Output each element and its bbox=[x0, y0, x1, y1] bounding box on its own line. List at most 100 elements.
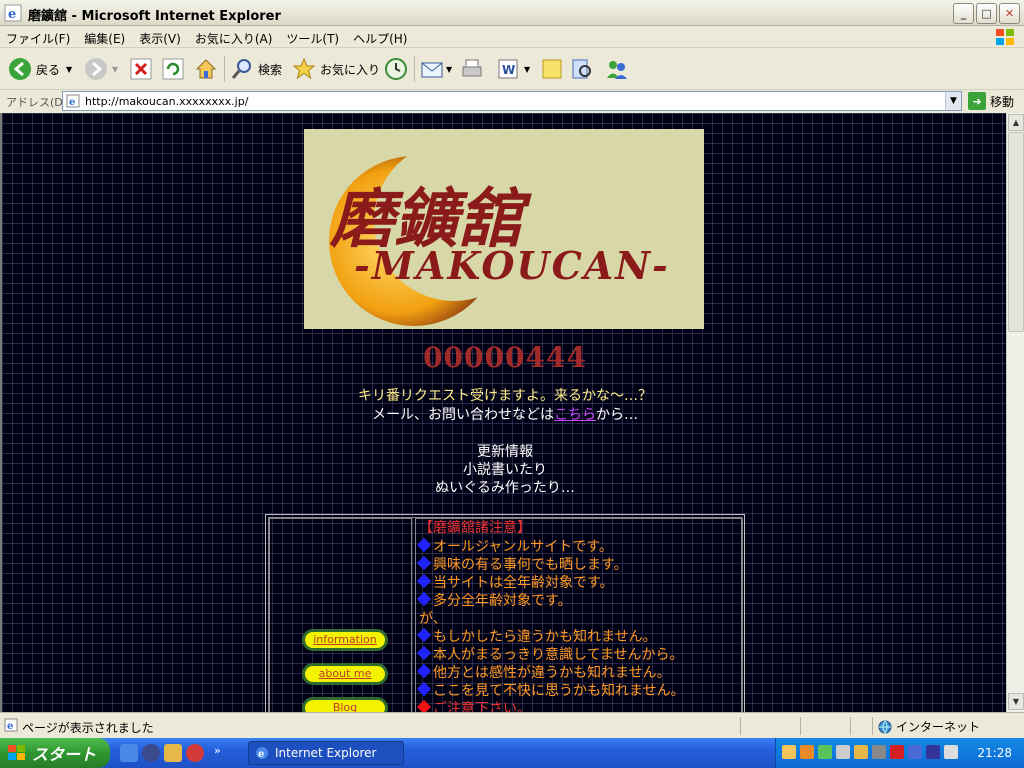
menu-bar: ファイル(F) 編集(E) 表示(V) お気に入り(A) ツール(T) ヘルプ(… bbox=[0, 26, 1024, 48]
tray-icon[interactable] bbox=[872, 745, 886, 759]
folder-quicklaunch-icon[interactable] bbox=[164, 744, 182, 762]
tray-icon[interactable] bbox=[944, 745, 958, 759]
menu-view[interactable]: 表示(V) bbox=[139, 30, 181, 47]
favorites-button[interactable]: お気に入り bbox=[292, 54, 380, 84]
page-icon: e bbox=[66, 94, 80, 108]
home-button[interactable] bbox=[194, 54, 218, 84]
taskbar: スタート » e Internet Explorer 21:28 bbox=[0, 738, 1024, 768]
research-button[interactable] bbox=[570, 54, 594, 84]
blue-diamond-icon bbox=[416, 537, 432, 553]
print-button[interactable] bbox=[460, 54, 484, 84]
page-done-icon: e bbox=[4, 718, 18, 732]
history-button[interactable] bbox=[384, 54, 408, 84]
nav-cell: information about me Blog bbox=[269, 518, 412, 712]
start-label: スタート bbox=[32, 745, 97, 764]
windows-start-icon bbox=[8, 745, 25, 760]
svg-text:e: e bbox=[258, 749, 264, 760]
tray-icon[interactable] bbox=[800, 745, 814, 759]
svg-text:e: e bbox=[8, 7, 16, 22]
notice-item: もしかしたら違うかも知れません。 bbox=[416, 627, 657, 646]
notice-item: 他方とは感性が違うかも知れません。 bbox=[416, 663, 671, 682]
nav-about-button[interactable]: about me bbox=[302, 663, 388, 685]
refresh-button[interactable] bbox=[162, 54, 184, 84]
menu-tools[interactable]: ツール(T) bbox=[286, 30, 339, 47]
notice-item: ここを見て不快に思うかも知れません。 bbox=[416, 681, 685, 700]
print-icon bbox=[462, 59, 482, 77]
home-icon bbox=[195, 59, 217, 79]
back-button[interactable]: 戻る ▼ bbox=[8, 54, 72, 84]
edit-dropdown-icon[interactable]: ▼ bbox=[524, 65, 530, 74]
star-icon bbox=[292, 57, 316, 80]
page-content: 磨鑛舘 -MAKOUCAN- 00000444 キリ番リクエスト受けますよ。来る… bbox=[0, 113, 1006, 712]
tray-icon[interactable] bbox=[818, 745, 832, 759]
refresh-icon bbox=[162, 58, 184, 80]
tray-icon[interactable] bbox=[926, 745, 940, 759]
back-dropdown-icon[interactable]: ▼ bbox=[66, 65, 72, 74]
security-zone: インターネット bbox=[878, 718, 980, 735]
menu-help[interactable]: ヘルプ(H) bbox=[353, 30, 407, 47]
notice-cell: 【磨鑛舘諸注意】 オールジャンルサイトです。 興味の有る事何でも晒します。 当サ… bbox=[415, 518, 743, 712]
scroll-down-icon[interactable]: ▼ bbox=[1008, 693, 1024, 710]
contact-text: メール、お問い合わせなどはこちらから… bbox=[2, 404, 1006, 424]
tray-icon[interactable] bbox=[836, 745, 850, 759]
quicklaunch-more-icon[interactable]: » bbox=[214, 744, 221, 762]
go-button[interactable]: ➜ 移動 bbox=[968, 92, 1014, 110]
nav-information-button[interactable]: information bbox=[302, 629, 388, 651]
toolbar: 戻る ▼ ▼ 検索 お気に入り ▼ W ▼ bbox=[0, 48, 1024, 90]
menu-favorites[interactable]: お気に入り(A) bbox=[195, 30, 273, 47]
blue-diamond-icon bbox=[416, 681, 432, 697]
tray-icon[interactable] bbox=[908, 745, 922, 759]
scroll-up-icon[interactable]: ▲ bbox=[1008, 114, 1024, 131]
contact-link[interactable]: こちら bbox=[554, 407, 596, 423]
kiriban-text: キリ番リクエスト受けますよ。来るかな～…？ bbox=[358, 388, 652, 404]
taskbar-item-ie[interactable]: e Internet Explorer bbox=[248, 741, 404, 765]
media-player-icon[interactable] bbox=[142, 744, 160, 762]
notice-item: 本人がまるっきり意識してませんから。 bbox=[416, 645, 683, 664]
address-dropdown-icon[interactable]: ▼ bbox=[945, 92, 961, 110]
nav-blog-button[interactable]: Blog bbox=[302, 697, 388, 712]
svg-text:e: e bbox=[69, 97, 75, 108]
messenger-button[interactable] bbox=[604, 54, 630, 84]
ie-task-icon: e bbox=[256, 747, 268, 760]
address-bar: アドレス(D) e http://makoucan.xxxxxxxx.jp/ ▼… bbox=[0, 90, 1024, 112]
stop-icon bbox=[130, 58, 152, 80]
blue-diamond-icon bbox=[416, 573, 432, 589]
note-icon bbox=[542, 59, 562, 79]
forward-dropdown-icon[interactable]: ▼ bbox=[112, 65, 118, 74]
menu-file[interactable]: ファイル(F) bbox=[6, 30, 70, 47]
search-icon bbox=[231, 59, 251, 79]
edit-button[interactable]: W ▼ bbox=[496, 54, 530, 84]
forward-button[interactable]: ▼ bbox=[84, 54, 118, 84]
tray-icon[interactable] bbox=[890, 745, 904, 759]
notice-heading: 【磨鑛舘諸注意】 bbox=[419, 520, 531, 536]
messenger-icon bbox=[607, 61, 627, 79]
tray-icon[interactable] bbox=[854, 745, 868, 759]
notice-item: オールジャンルサイトです。 bbox=[416, 537, 613, 556]
site-banner: 磨鑛舘 -MAKOUCAN- bbox=[304, 129, 704, 329]
back-label: 戻る bbox=[36, 62, 61, 77]
mail-dropdown-icon[interactable]: ▼ bbox=[446, 65, 452, 74]
address-input[interactable]: e http://makoucan.xxxxxxxx.jp/ ▼ bbox=[62, 91, 962, 111]
search-button[interactable]: 検索 bbox=[230, 54, 282, 84]
mail-button[interactable]: ▼ bbox=[420, 54, 452, 84]
discuss-button[interactable] bbox=[540, 54, 564, 84]
menu-edit[interactable]: 編集(E) bbox=[84, 30, 125, 47]
svg-text:e: e bbox=[7, 721, 13, 732]
maximize-button[interactable]: □ bbox=[976, 3, 997, 24]
scroll-thumb[interactable] bbox=[1008, 132, 1024, 332]
start-button[interactable]: スタート bbox=[0, 738, 110, 768]
stop-button[interactable] bbox=[130, 54, 152, 84]
notice-warning: ご注意下さい。 bbox=[416, 699, 531, 712]
research-icon bbox=[572, 59, 591, 79]
mail-quicklaunch-icon[interactable] bbox=[186, 744, 204, 762]
minimize-button[interactable]: _ bbox=[953, 3, 974, 24]
tray-icon[interactable] bbox=[782, 745, 796, 759]
clock: 21:28 bbox=[977, 746, 1012, 760]
vertical-scrollbar[interactable]: ▲ ▼ bbox=[1006, 113, 1024, 712]
title-bar: e 磨鑛舘 - Microsoft Internet Explorer _ □ … bbox=[0, 0, 1024, 26]
zone-label: インターネット bbox=[896, 720, 981, 734]
close-button[interactable]: ✕ bbox=[999, 3, 1020, 24]
update-heading[interactable]: 更新情報 bbox=[2, 441, 1006, 461]
window-title: 磨鑛舘 - Microsoft Internet Explorer bbox=[28, 9, 281, 24]
ie-quicklaunch-icon[interactable] bbox=[120, 744, 138, 762]
